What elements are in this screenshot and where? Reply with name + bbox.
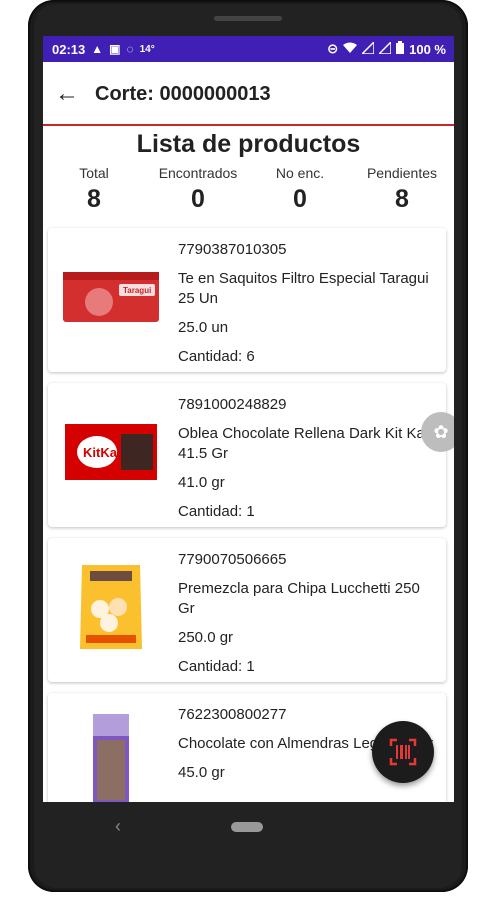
stat-value: 0 xyxy=(293,185,307,213)
product-quantity: Cantidad: 1 xyxy=(178,503,255,520)
stat-label: Encontrados xyxy=(158,165,238,181)
product-info: 7790387010305 Te en Saquitos Filtro Espe… xyxy=(178,240,440,367)
stat-found: Encontrados 0 xyxy=(143,165,253,214)
status-right-icons: ⊝ 100 % xyxy=(327,36,446,62)
app-screen: 02:13 ▲ ▣ ◌ 14° ⊝ 100 % ← Corte: 0000000… xyxy=(43,36,454,802)
stat-label: Total xyxy=(79,165,109,181)
stats-row: Total 8 Encontrados 0 No enc. 0 Pendient… xyxy=(43,165,454,221)
product-name: Premezcla para Chipa Lucchetti 250 Gr xyxy=(178,580,420,617)
list-title: Lista de productos xyxy=(136,130,361,158)
nav-home-icon[interactable] xyxy=(231,822,263,832)
product-unit: 41.0 gr xyxy=(178,474,225,491)
stat-value: 0 xyxy=(191,185,205,213)
product-name: Oblea Chocolate Rellena Dark Kit Kat 41.… xyxy=(178,425,429,462)
product-card[interactable]: 7790070506665 Premezcla para Chipa Lucch… xyxy=(48,538,446,682)
stat-label: Pendientes xyxy=(366,165,438,181)
product-info: 7891000248829 Oblea Chocolate Rellena Da… xyxy=(178,395,440,522)
wifi-icon xyxy=(343,42,358,57)
product-code: 7790387010305 xyxy=(178,241,287,258)
product-unit: 25.0 un xyxy=(178,319,229,336)
app-bar: ← Corte: 0000000013 xyxy=(43,62,454,126)
signal-alt-icon: ◌ xyxy=(126,42,134,56)
kitkat-bar-image: KitKat xyxy=(58,399,164,505)
product-card[interactable]: Taragui 7790387010305 Te en Saquitos Fil… xyxy=(48,228,446,372)
header-divider xyxy=(43,124,454,126)
system-nav-bar: ‹ xyxy=(43,802,454,854)
stat-total: Total 8 xyxy=(61,165,127,214)
milka-bar-image xyxy=(58,709,164,802)
app-icon: ▣ xyxy=(109,42,121,56)
aperture-icon: ✿ xyxy=(433,421,449,442)
stat-label: No enc. xyxy=(275,165,325,181)
product-code: 7891000248829 xyxy=(178,396,287,413)
product-info: 7790070506665 Premezcla para Chipa Lucch… xyxy=(178,550,440,677)
status-bar: 02:13 ▲ ▣ ◌ 14° ⊝ 100 % xyxy=(43,36,454,62)
barcode-scan-icon xyxy=(389,738,417,766)
product-quantity: Cantidad: 1 xyxy=(178,658,255,675)
stat-value: 8 xyxy=(395,185,409,213)
stat-not-found: No enc. 0 xyxy=(265,165,335,214)
tea-box-image: Taragui xyxy=(58,244,164,350)
stat-value: 8 xyxy=(87,185,101,213)
cell-signal-icon xyxy=(360,39,375,57)
temperature-label: 14° xyxy=(139,43,155,55)
product-code: 7790070506665 xyxy=(178,551,287,568)
product-card[interactable]: KitKat 7891000248829 Oblea Chocolate Rel… xyxy=(48,383,446,527)
arrow-left-icon[interactable]: ← xyxy=(55,80,95,108)
chipa-bag-image xyxy=(58,554,164,660)
svg-text:KitKat: KitKat xyxy=(83,445,122,460)
do-not-disturb-icon: ⊝ xyxy=(327,41,339,56)
battery-icon xyxy=(396,41,405,57)
product-unit: 250.0 gr xyxy=(178,629,234,646)
nav-back-icon[interactable]: ‹ xyxy=(115,816,121,837)
warning-icon: ▲ xyxy=(91,42,104,56)
status-time: 02:13 xyxy=(52,41,86,57)
battery-percent: 100 % xyxy=(409,41,446,57)
speaker-grille xyxy=(214,16,282,21)
product-quantity: Cantidad: 6 xyxy=(178,348,255,365)
cell-signal-2-icon xyxy=(377,39,392,57)
stat-pending: Pendientes 8 xyxy=(355,165,449,214)
floating-side-handle[interactable]: ✿ xyxy=(421,412,454,452)
product-name: Te en Saquitos Filtro Especial Taragui 2… xyxy=(178,270,429,307)
scan-barcode-button[interactable] xyxy=(372,721,434,783)
svg-text:Taragui: Taragui xyxy=(123,286,151,295)
page-title: Corte: 0000000013 xyxy=(95,82,271,105)
